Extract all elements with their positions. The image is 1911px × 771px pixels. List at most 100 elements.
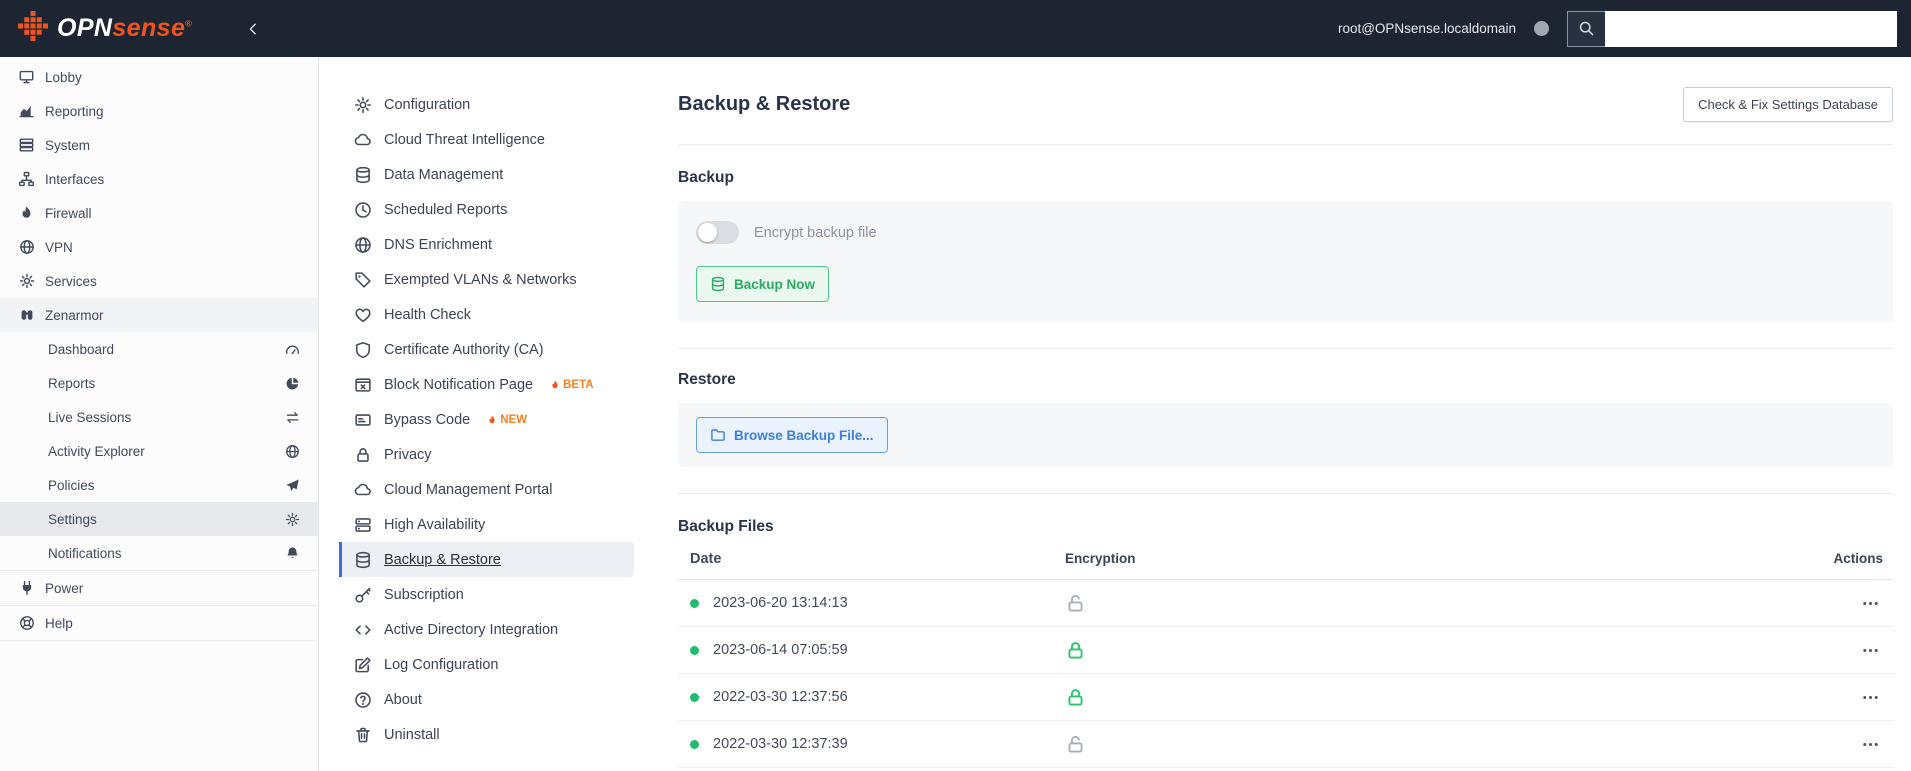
backup-date: 2023-06-20 13:14:13 <box>713 595 848 611</box>
row-actions-menu-icon[interactable] <box>1858 685 1883 710</box>
lock-open-icon <box>1065 593 1086 614</box>
sidebar-item-zenarmor-live-sessions[interactable]: Live Sessions <box>0 400 318 434</box>
search-icon[interactable] <box>1567 10 1605 47</box>
settings-menu-subscription[interactable]: Subscription <box>339 577 634 612</box>
sidebar-item-zenarmor[interactable]: Zenarmor <box>0 298 318 332</box>
sidebar-collapse-icon[interactable] <box>246 21 260 37</box>
trash-icon <box>354 726 372 744</box>
sidebar-divider <box>0 640 318 641</box>
sidebar-item-system[interactable]: System <box>0 128 318 162</box>
settings-menu-certificate-authority[interactable]: Certificate Authority (CA) <box>339 332 634 367</box>
encrypt-backup-toggle-label: Encrypt backup file <box>754 224 877 241</box>
sidebar-item-power[interactable]: Power <box>0 571 318 605</box>
flame-icon <box>550 379 560 391</box>
toggle-knob <box>698 223 717 242</box>
settings-menu-health-check[interactable]: Health Check <box>339 297 634 332</box>
logged-in-user: root@OPNsense.localdomain <box>1337 21 1516 36</box>
cloud-icon <box>354 481 372 499</box>
sidebar-item-zenarmor-dashboard[interactable]: Dashboard <box>0 332 318 366</box>
settings-menu-block-notification-page[interactable]: Block Notification Page BETA <box>339 367 634 402</box>
chart-icon <box>18 103 35 119</box>
sidebar-item-reporting[interactable]: Reporting <box>0 94 318 128</box>
backup-date: 2022-03-30 12:37:39 <box>713 736 848 752</box>
settings-menu-high-availability[interactable]: High Availability <box>339 507 634 542</box>
opnsense-logo[interactable]: OPNsense® <box>18 11 192 46</box>
sidebar-item-services[interactable]: Services <box>0 264 318 298</box>
sidebar-item-zenarmor-notifications[interactable]: Notifications <box>0 536 318 570</box>
settings-menu-exempted-vlans-networks[interactable]: Exempted VLANs & Networks <box>339 262 634 297</box>
settings-menu-log-configuration[interactable]: Log Configuration <box>339 647 634 682</box>
backup-files-table: Date Encryption Actions 2023-06-20 13:14… <box>678 538 1893 768</box>
encrypt-backup-toggle[interactable] <box>696 221 739 244</box>
row-actions-menu-icon[interactable] <box>1858 638 1883 663</box>
settings-menu-cloud-management-portal[interactable]: Cloud Management Portal <box>339 472 634 507</box>
status-dot <box>690 598 699 608</box>
gear-icon <box>354 96 372 114</box>
settings-menu-bypass-code[interactable]: Bypass Code NEW <box>339 402 634 437</box>
new-badge: NEW <box>487 414 527 426</box>
key-icon <box>354 586 372 604</box>
power-plug-icon <box>18 580 35 596</box>
backup-card: Encrypt backup file Backup Now <box>678 201 1893 322</box>
check-fix-settings-database-button[interactable]: Check & Fix Settings Database <box>1683 87 1893 122</box>
lock-closed-icon <box>1065 687 1086 708</box>
lobby-icon <box>18 69 35 85</box>
globe-icon <box>354 236 372 254</box>
backup-now-button[interactable]: Backup Now <box>696 266 830 302</box>
table-row: 2022-03-30 12:37:39 <box>678 721 1893 768</box>
settings-submenu: Configuration Cloud Threat Intelligence … <box>319 57 634 771</box>
settings-menu-cloud-threat-intelligence[interactable]: Cloud Threat Intelligence <box>339 122 634 157</box>
shield-icon <box>354 341 372 359</box>
status-dot <box>690 692 699 702</box>
window-block-icon <box>354 376 372 394</box>
opnsense-logo-icon <box>18 11 48 46</box>
section-divider <box>678 493 1893 494</box>
sidebar-item-zenarmor-settings[interactable]: Settings <box>0 502 318 536</box>
settings-menu-scheduled-reports[interactable]: Scheduled Reports <box>339 192 634 227</box>
globe-icon <box>18 239 35 255</box>
browse-backup-file-button[interactable]: Browse Backup File... <box>696 417 888 453</box>
sidebar-item-lobby[interactable]: Lobby <box>0 60 318 94</box>
column-header-date: Date <box>690 550 722 567</box>
sidebar-item-zenarmor-activity-explorer[interactable]: Activity Explorer <box>0 434 318 468</box>
settings-menu-configuration[interactable]: Configuration <box>339 87 634 122</box>
row-actions-menu-icon[interactable] <box>1858 591 1883 616</box>
table-row: 2023-06-14 07:05:59 <box>678 627 1893 674</box>
sidebar-item-zenarmor-reports[interactable]: Reports <box>0 366 318 400</box>
backup-date: 2023-06-14 07:05:59 <box>713 642 848 658</box>
sidebar-item-interfaces[interactable]: Interfaces <box>0 162 318 196</box>
sitemap-icon <box>18 171 35 187</box>
settings-menu-data-management[interactable]: Data Management <box>339 157 634 192</box>
settings-menu-about[interactable]: About <box>339 682 634 717</box>
topbar: OPNsense® root@OPNsense.localdomain <box>0 0 1911 57</box>
main-sidebar: Lobby Reporting System Interfaces Firewa… <box>0 57 319 771</box>
settings-menu-backup-restore[interactable]: Backup & Restore <box>339 542 634 577</box>
pie-chart-icon <box>285 376 300 391</box>
clock-icon <box>354 201 372 219</box>
search-input[interactable] <box>1605 10 1897 47</box>
backup-date: 2022-03-30 12:37:56 <box>713 689 848 705</box>
lock-icon <box>354 446 372 464</box>
life-ring-icon <box>18 615 35 631</box>
list-icon <box>18 137 35 153</box>
tag-icon <box>354 271 372 289</box>
table-header-row: Date Encryption Actions <box>678 538 1893 580</box>
row-actions-menu-icon[interactable] <box>1858 732 1883 757</box>
sidebar-item-vpn[interactable]: VPN <box>0 230 318 264</box>
card-icon <box>354 411 372 429</box>
column-header-actions: Actions <box>1833 551 1883 566</box>
settings-menu-active-directory-integration[interactable]: Active Directory Integration <box>339 612 634 647</box>
bell-icon <box>285 546 300 561</box>
settings-menu-privacy[interactable]: Privacy <box>339 437 634 472</box>
sidebar-item-firewall[interactable]: Firewall <box>0 196 318 230</box>
lock-open-icon <box>1065 734 1086 755</box>
backup-files-section-heading: Backup Files <box>678 518 774 535</box>
section-divider <box>678 348 1893 349</box>
settings-menu-uninstall[interactable]: Uninstall <box>339 717 634 752</box>
sidebar-item-zenarmor-policies[interactable]: Policies <box>0 468 318 502</box>
settings-menu-dns-enrichment[interactable]: DNS Enrichment <box>339 227 634 262</box>
gauge-icon <box>285 342 300 357</box>
sidebar-item-help[interactable]: Help <box>0 606 318 640</box>
column-header-encryption: Encryption <box>1065 551 1136 566</box>
edit-icon <box>354 656 372 674</box>
